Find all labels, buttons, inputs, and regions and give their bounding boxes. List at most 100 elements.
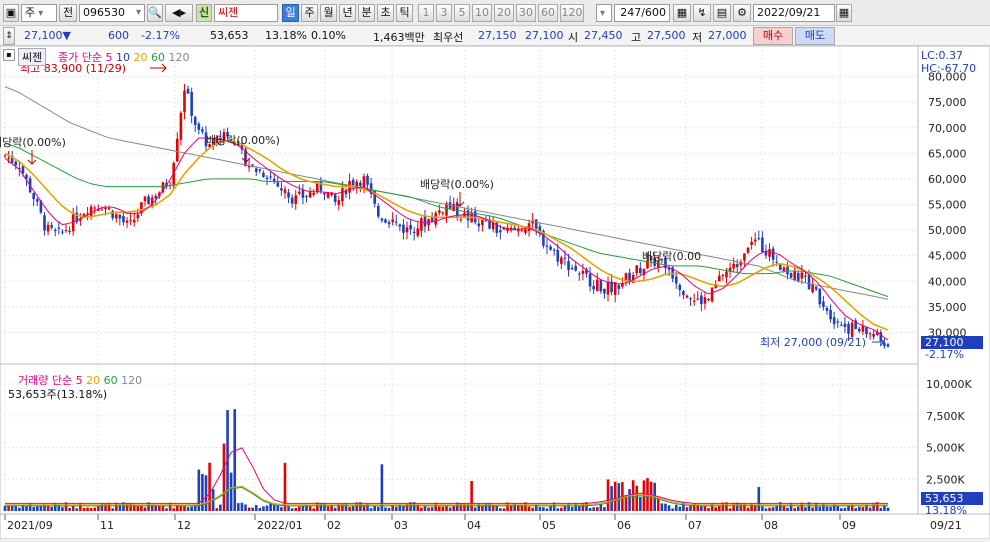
new-badge[interactable]: 신 — [196, 4, 212, 22]
period-5-button[interactable]: 초 — [377, 4, 394, 22]
candle-body — [341, 188, 344, 202]
minute-20-button[interactable]: 20 — [494, 4, 514, 22]
settings-icon[interactable]: ▪ — [3, 49, 15, 61]
period-4-button[interactable]: 분 — [358, 4, 375, 22]
period-1-button[interactable]: 주 — [301, 4, 318, 22]
window-menu-icon[interactable]: ▣ — [3, 4, 19, 22]
candle-body — [197, 123, 201, 130]
price-change: 600 — [108, 29, 129, 42]
legend-tab[interactable]: 씨젠 — [18, 48, 47, 66]
volume-bar — [50, 506, 53, 511]
prev-button[interactable]: 전 — [59, 4, 77, 22]
volume-bar — [237, 503, 240, 511]
volume-tick-label: 7,500K — [926, 410, 965, 423]
candle-body — [201, 129, 204, 132]
candle-body — [276, 182, 280, 187]
expand-icon[interactable]: ⇕ — [3, 27, 15, 45]
volume-bar — [786, 507, 789, 511]
volume-bar — [563, 505, 567, 511]
minute-30-button[interactable]: 30 — [516, 4, 536, 22]
sell-button[interactable]: 매도 — [795, 27, 835, 45]
chart-tool-icon[interactable]: ↯ — [693, 4, 711, 22]
volume-bar — [265, 505, 269, 511]
candle-body — [750, 241, 753, 245]
date-field[interactable]: 2022/09/21 — [753, 4, 835, 22]
minute-5-button[interactable]: 5 — [454, 4, 470, 22]
buy-button[interactable]: 매수 — [753, 27, 793, 45]
volume-bar — [732, 502, 735, 511]
candle-body — [104, 208, 107, 210]
date-label: 2021/09 — [7, 519, 53, 532]
volume-bar — [800, 502, 804, 511]
stock-chart[interactable]: 30,00035,00040,00045,00050,00055,00060,0… — [0, 45, 990, 540]
minute-10-button[interactable]: 10 — [472, 4, 492, 22]
volume-bar — [671, 508, 674, 511]
volume-bar — [262, 506, 265, 511]
volume-bar — [46, 505, 50, 511]
volume-percent: 13.18% — [265, 29, 307, 42]
period-6-button[interactable]: 틱 — [396, 4, 413, 22]
candle-body — [251, 164, 254, 166]
volume-bar — [628, 489, 631, 511]
volume-bar — [114, 502, 118, 511]
dropdown-icon[interactable]: ▾ — [596, 4, 612, 22]
volume-bar — [639, 497, 642, 511]
volume-bar — [868, 507, 872, 511]
minute-3-button[interactable]: 3 — [436, 4, 452, 22]
volume-bar — [384, 507, 387, 511]
period-2-button[interactable]: 월 — [320, 4, 337, 22]
price-tick-label: 70,000 — [928, 122, 967, 135]
period-3-button[interactable]: 년 — [339, 4, 356, 22]
candle-body — [570, 268, 574, 270]
candle-body — [434, 212, 438, 225]
volume-bar — [86, 507, 89, 511]
volume-bar — [233, 409, 237, 511]
count-field[interactable]: 247/600 — [614, 4, 670, 22]
minute-1-button[interactable]: 1 — [418, 4, 434, 22]
candle-body — [420, 218, 423, 231]
volume-bar — [452, 505, 455, 511]
candle-body — [499, 230, 502, 233]
sound-icon[interactable]: ◀▸ — [165, 4, 193, 22]
minute-120-button[interactable]: 120 — [560, 4, 584, 22]
volume-bar — [150, 504, 154, 511]
minute-60-button[interactable]: 60 — [538, 4, 558, 22]
candle-body — [143, 196, 147, 202]
candle-body — [685, 295, 689, 298]
volume-bar — [850, 504, 854, 511]
low-annotation: 최저 27,000 (09/21) — [760, 336, 866, 349]
volume-bar — [832, 504, 836, 511]
candle-body — [552, 249, 556, 251]
stock-name-field[interactable]: 씨젠 — [214, 4, 278, 22]
volume-value: 53,653 — [210, 29, 249, 42]
volume-bar — [351, 506, 355, 511]
candle-body — [857, 328, 861, 332]
market-type-select[interactable]: 주 ▾ — [21, 4, 57, 22]
settings-grid-icon[interactable]: ▦ — [673, 4, 691, 22]
volume-bar — [592, 507, 595, 511]
volume-bar — [728, 508, 732, 511]
stock-code-input[interactable]: 096530 ▾ — [79, 4, 145, 22]
calendar-icon[interactable]: ▦ — [836, 4, 852, 22]
volume-bar — [495, 505, 499, 511]
volume-bar — [818, 506, 822, 511]
volume-bar — [499, 508, 502, 511]
volume-bar — [143, 507, 147, 511]
chart-area[interactable]: 30,000 35,000 40,000 45,000 50,000 55,000 60,0… — [0, 45, 990, 540]
candle-body — [89, 206, 93, 217]
candle-body — [193, 116, 197, 126]
open-label: 시 — [568, 31, 579, 44]
volume-bar — [172, 508, 176, 511]
candle-body — [757, 238, 761, 240]
stock-code-value: 096530 — [83, 6, 125, 19]
volume-bar — [865, 504, 868, 511]
candle-body — [836, 321, 840, 323]
candle-body — [3, 155, 7, 157]
volume-bar — [667, 505, 671, 511]
save-icon[interactable]: ▤ — [713, 4, 731, 22]
dividend-annotation: 배당락(0.00%) — [206, 134, 280, 147]
period-0-button[interactable]: 일 — [282, 4, 299, 22]
volume-bar — [68, 507, 71, 511]
gear-icon[interactable]: ⚙ — [733, 4, 751, 22]
search-icon[interactable]: 🔍 — [147, 4, 163, 22]
